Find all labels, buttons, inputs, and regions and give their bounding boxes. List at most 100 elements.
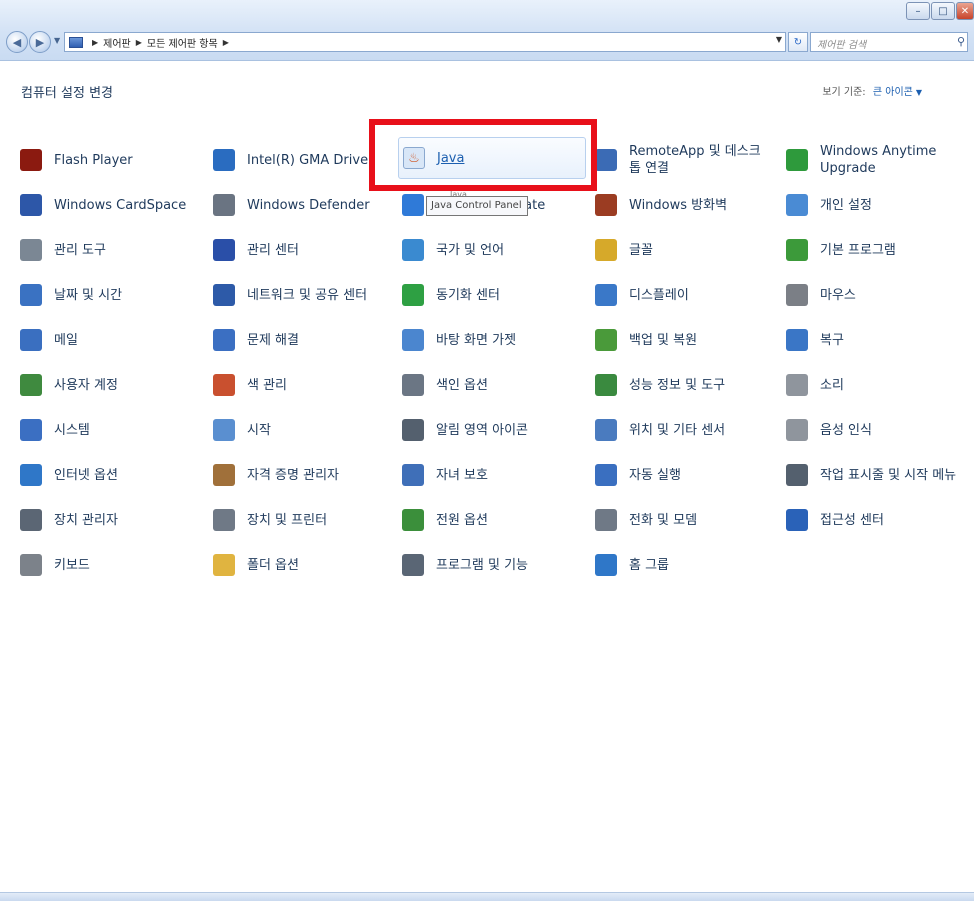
personalization-icon <box>786 194 808 216</box>
sync-center-icon <box>402 284 424 306</box>
control-panel-item-label: RemoteApp 및 데스크톱 연결 <box>629 144 761 176</box>
control-panel-item[interactable]: Windows 방화벽 <box>595 189 727 221</box>
control-panel-item[interactable]: 프로그램 및 기능 <box>402 549 528 581</box>
control-panel-item[interactable]: 백업 및 복원 <box>595 324 697 356</box>
back-arrow-icon: ◀ <box>12 35 22 49</box>
control-panel-item[interactable]: Windows Anytime Upgrade <box>786 142 960 178</box>
control-panel-item[interactable]: 사용자 계정 <box>20 369 118 401</box>
control-panel-item[interactable]: 관리 도구 <box>20 234 106 266</box>
troubleshooting-icon <box>213 329 235 351</box>
control-panel-item[interactable]: 장치 관리자 <box>20 504 118 536</box>
action-center-icon <box>213 239 235 261</box>
windows-update-icon <box>402 194 424 216</box>
control-panel-item-label: 글꼴 <box>629 242 653 258</box>
recent-pages-dropdown[interactable]: ▼ <box>54 36 60 45</box>
control-panel-item[interactable]: 장치 및 프린터 <box>213 504 327 536</box>
breadcrumb-separator-icon[interactable]: ▶ <box>136 38 142 47</box>
control-panel-item[interactable]: 전원 옵션 <box>402 504 488 536</box>
gadgets-icon <box>402 329 424 351</box>
control-panel-item[interactable]: 알림 영역 아이콘 <box>402 414 528 446</box>
control-panel-item[interactable]: 음성 인식 <box>786 414 872 446</box>
control-panel-item[interactable]: Flash Player <box>20 144 133 176</box>
intel-gma-icon <box>213 149 235 171</box>
control-panel-item-label: 네트워크 및 공유 센터 <box>247 287 368 303</box>
control-panel-item[interactable]: 색 관리 <box>213 369 287 401</box>
control-panel-item[interactable]: 개인 설정 <box>786 189 872 221</box>
control-panel-item[interactable]: 기본 프로그램 <box>786 234 896 266</box>
close-button[interactable]: ✕ <box>956 2 974 20</box>
control-panel-item[interactable]: RemoteApp 및 데스크톱 연결 <box>595 142 769 178</box>
cardspace-icon <box>20 194 42 216</box>
control-panel-item[interactable]: Windows CardSpace <box>20 189 186 221</box>
control-panel-item[interactable]: 키보드 <box>20 549 90 581</box>
control-panel-item-label: 전원 옵션 <box>436 512 488 528</box>
control-panel-item[interactable]: 디스플레이 <box>595 279 689 311</box>
region-language-icon <box>402 239 424 261</box>
control-panel-item[interactable]: 위치 및 기타 센서 <box>595 414 725 446</box>
search-input[interactable]: 제어판 검색 ⚲ <box>810 32 968 52</box>
breadcrumb-control-panel[interactable]: 제어판 <box>103 35 131 50</box>
address-dropdown-icon[interactable]: ▼ <box>776 35 782 44</box>
control-panel-item-label: 시스템 <box>54 422 90 438</box>
color-management-icon <box>213 374 235 396</box>
control-panel-item[interactable]: 인터넷 옵션 <box>20 459 118 491</box>
search-icon[interactable]: ⚲ <box>957 35 965 48</box>
search-placeholder: 제어판 검색 <box>817 40 867 51</box>
control-panel-item[interactable]: 메일 <box>20 324 78 356</box>
control-panel-item[interactable]: 네트워크 및 공유 센터 <box>213 279 367 311</box>
control-panel-item[interactable]: 폴더 옵션 <box>213 549 299 581</box>
maximize-button[interactable]: □ <box>931 2 955 20</box>
control-panel-item-label: 키보드 <box>54 557 90 573</box>
control-panel-item[interactable]: Windows Defender <box>213 189 370 221</box>
control-panel-item[interactable]: 성능 정보 및 도구 <box>595 369 725 401</box>
control-panel-item[interactable]: 시스템 <box>20 414 90 446</box>
control-panel-item[interactable]: 바탕 화면 가젯 <box>402 324 516 356</box>
address-bar[interactable]: ▶ 제어판 ▶ 모든 제어판 항목 ▶ ▼ <box>64 32 786 52</box>
control-panel-item-label: 메일 <box>54 332 78 348</box>
performance-icon <box>595 374 617 396</box>
control-panel-item-label: 알림 영역 아이콘 <box>436 422 528 438</box>
forward-button[interactable]: ▶ <box>29 31 51 53</box>
control-panel-item[interactable]: 색인 옵션 <box>402 369 488 401</box>
control-panel-item[interactable]: 작업 표시줄 및 시작 메뉴 <box>786 459 956 491</box>
taskbar-start-menu-icon <box>786 464 808 486</box>
view-by: 보기 기준: 큰 아이콘 ▼ <box>822 83 922 98</box>
breadcrumb-all-items[interactable]: 모든 제어판 항목 <box>147 35 218 50</box>
control-panel-item[interactable]: 동기화 센터 <box>402 279 500 311</box>
display-icon <box>595 284 617 306</box>
control-panel-item[interactable]: 마우스 <box>786 279 856 311</box>
internet-options-icon <box>20 464 42 486</box>
control-panel-item[interactable]: 자녀 보호 <box>402 459 488 491</box>
refresh-button[interactable]: ↻ <box>788 32 808 52</box>
view-by-dropdown[interactable]: 큰 아이콘 <box>873 87 913 98</box>
control-panel-item[interactable]: 시작 <box>213 414 271 446</box>
control-panel-item[interactable]: 관리 센터 <box>213 234 299 266</box>
control-panel-item[interactable]: Intel(R) GMA Driver <box>213 144 373 176</box>
dropdown-caret-icon[interactable]: ▼ <box>916 88 922 97</box>
control-panel-item[interactable]: 국가 및 언어 <box>402 234 504 266</box>
control-panel-item-label: 날짜 및 시간 <box>54 287 123 303</box>
control-panel-item[interactable]: 소리 <box>786 369 844 401</box>
fonts-icon <box>595 239 617 261</box>
back-button[interactable]: ◀ <box>6 31 28 53</box>
network-sharing-icon <box>213 284 235 306</box>
control-panel-item[interactable]: 복구 <box>786 324 844 356</box>
control-panel-item[interactable]: 홈 그룹 <box>595 549 669 581</box>
control-panel-item[interactable]: 전화 및 모뎀 <box>595 504 697 536</box>
control-panel-item-label: 자녀 보호 <box>436 467 488 483</box>
control-panel-item[interactable]: 날짜 및 시간 <box>20 279 122 311</box>
control-panel-item[interactable]: 문제 해결 <box>213 324 299 356</box>
control-panel-item[interactable]: 접근성 센터 <box>786 504 884 536</box>
control-panel-item-label: 접근성 센터 <box>820 512 884 528</box>
control-panel-item[interactable]: 자격 증명 관리자 <box>213 459 339 491</box>
control-panel-item[interactable]: 자동 실행 <box>595 459 681 491</box>
breadcrumb-separator-icon[interactable]: ▶ <box>223 38 229 47</box>
breadcrumb-separator-icon[interactable]: ▶ <box>92 38 98 47</box>
control-panel-item[interactable]: 글꼴 <box>595 234 653 266</box>
minimize-button[interactable]: – <box>906 2 930 20</box>
control-panel-item[interactable]: ♨ Java <box>398 137 586 179</box>
control-panel-item-label: 시작 <box>247 422 271 438</box>
control-panel-item-label: 복구 <box>820 332 844 348</box>
control-panel-item-label: 개인 설정 <box>820 197 872 213</box>
java-icon: ♨ <box>403 147 425 169</box>
